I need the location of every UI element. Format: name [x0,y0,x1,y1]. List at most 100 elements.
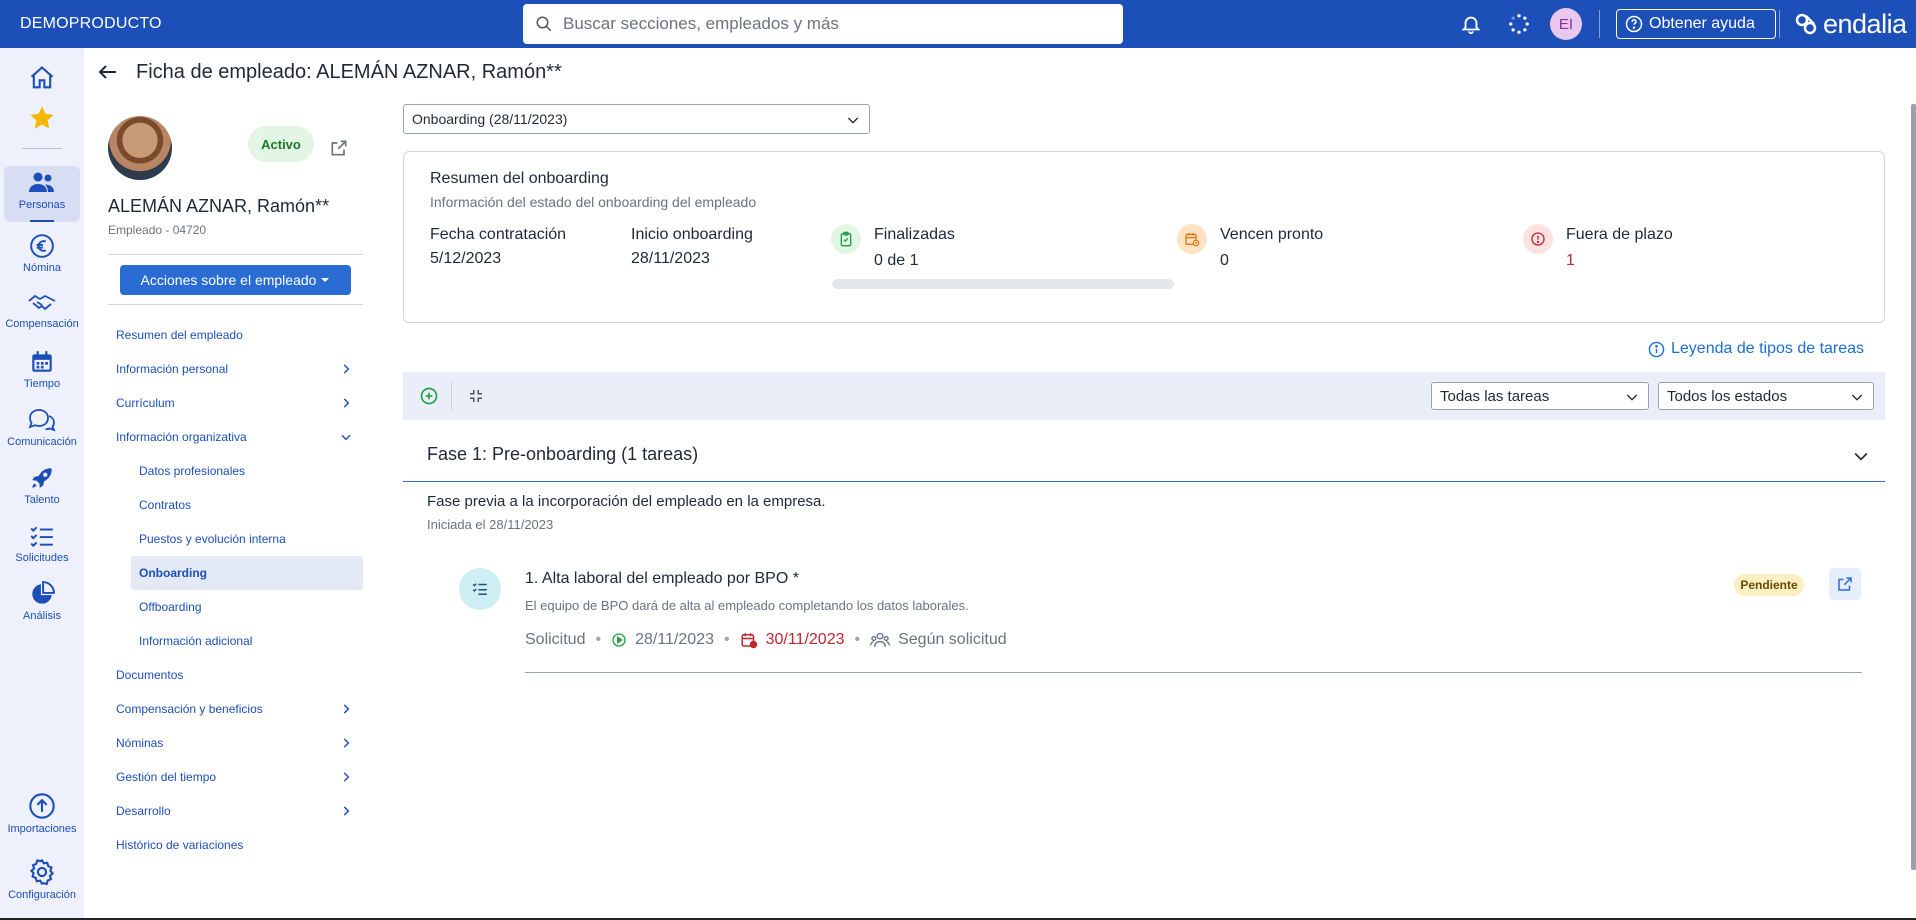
separator-dot: • [595,631,602,648]
start-date-label: Inicio onboarding [631,226,753,243]
group-icon [870,632,891,647]
menu-nominas[interactable]: Nóminas [108,726,363,760]
menu-offboarding[interactable]: Offboarding [131,590,363,624]
bell-icon[interactable] [1457,10,1485,38]
completed-progress-bar [832,279,1174,289]
company-name[interactable]: DEMOPRODUCTO [20,0,162,48]
summary-title: Resumen del onboarding [430,170,609,187]
employee-photo [108,116,172,180]
people-icon [29,172,54,192]
due-soon-value: 0 [1220,252,1229,269]
page-scrollbar[interactable] [1911,104,1916,870]
nav-nomina[interactable]: Nómina [0,233,84,274]
task-title[interactable]: 1. Alta laboral del empleado por BPO * [525,570,799,588]
phase-header[interactable]: Fase 1: Pre-onboarding (1 tareas) [403,432,1885,482]
open-task-button[interactable] [1829,568,1861,600]
gear-icon [29,858,55,886]
collapse-icon [470,390,482,402]
menu-curriculum[interactable]: Currículum [108,386,363,420]
calendar-due-icon [741,633,757,649]
task-type-filter[interactable]: Todas las tareas [1431,382,1649,410]
nav-favorites[interactable] [0,104,84,132]
nav-talento[interactable]: Talento [0,465,84,506]
overdue-value: 1 [1566,252,1575,269]
open-external-icon[interactable] [329,138,349,163]
nav-importaciones[interactable]: Importaciones [0,792,84,835]
menu-datos-profesionales[interactable]: Datos profesionales [131,454,363,488]
nav-label: Nómina [23,262,61,274]
info-icon [1648,341,1665,357]
add-task-button[interactable] [417,384,441,408]
home-icon [30,66,54,89]
chat-icon [28,409,56,432]
menu-documentos[interactable]: Documentos [108,658,363,692]
help-button[interactable]: Obtener ayuda [1616,9,1776,39]
back-arrow-icon[interactable] [96,60,120,84]
phase-start-date: Iniciada el 28/11/2023 [427,517,554,532]
task-state-filter[interactable]: Todos los estados [1658,382,1874,410]
menu-historico[interactable]: Histórico de variaciones [108,828,363,862]
nav-separator [22,148,62,149]
hire-date-value: 5/12/2023 [430,250,502,267]
employee-name: ALEMÁN AZNAR, Ramón** [108,196,330,216]
handshake-icon [28,294,56,311]
search-box[interactable] [523,4,1123,44]
task-type-filter-value: Todas las tareas [1440,387,1550,405]
collapse-all-button[interactable] [464,384,488,408]
menu-resumen[interactable]: Resumen del empleado [108,318,363,352]
completed-label: Finalizadas [874,226,955,243]
nav-tiempo[interactable]: Tiempo [0,349,84,390]
nav-comunicacion[interactable]: Comunicación [0,407,84,448]
main-navigation: Personas Nómina Compensación Tiempo Comu… [0,48,84,920]
task-due-date: 30/11/2023 [765,631,845,648]
loading-spinner-icon[interactable] [1505,10,1533,38]
nav-compensacion[interactable]: Compensación [0,291,84,330]
upload-icon [29,793,55,819]
nav-configuracion[interactable]: Configuración [0,858,84,901]
chevron-down-icon [1626,394,1638,401]
page-header: Ficha de empleado: ALEMÁN AZNAR, Ramón** [96,56,562,88]
nav-solicitudes[interactable]: Solicitudes [0,523,84,564]
menu-onboarding[interactable]: Onboarding [131,556,363,590]
nav-home[interactable] [0,64,84,92]
endalia-logo[interactable]: endalia [1793,8,1907,40]
calendar-icon [32,351,52,372]
menu-compensacion[interactable]: Compensación y beneficios [108,692,363,726]
menu-label: Compensación y beneficios [116,702,263,716]
clipboard-check-icon [831,224,861,254]
employee-actions-button[interactable]: Acciones sobre el empleado [120,265,351,295]
menu-label: Onboarding [139,566,207,580]
divider [108,304,363,305]
nav-personas[interactable]: Personas [0,170,84,211]
task-types-legend-link[interactable]: Leyenda de tipos de tareas [1648,340,1864,358]
menu-informacion-adicional[interactable]: Información adicional [131,624,363,658]
onboarding-select[interactable]: Onboarding (28/11/2023) [403,104,870,134]
chevron-down-icon [1851,394,1863,401]
user-avatar[interactable]: EI [1550,8,1582,40]
chevron-right-icon [343,738,350,748]
menu-informacion-personal[interactable]: Información personal [108,352,363,386]
help-label: Obtener ayuda [1649,15,1755,32]
nav-label: Configuración [8,889,76,901]
caret-down-icon [321,278,330,282]
euro-icon [30,234,54,258]
chevron-down-icon[interactable] [1851,446,1871,466]
menu-gestion-tiempo[interactable]: Gestión del tiempo [108,760,363,794]
search-input[interactable] [563,14,1083,34]
nav-label: Importaciones [7,823,77,835]
rocket-icon [32,468,52,488]
divider [1599,10,1600,38]
menu-informacion-organizativa[interactable]: Información organizativa [108,420,363,454]
menu-contratos[interactable]: Contratos [131,488,363,522]
menu-desarrollo[interactable]: Desarrollo [108,794,363,828]
completed-value: 0 de 1 [874,252,919,269]
nav-analisis[interactable]: Análisis [0,581,84,622]
menu-label: Currículum [116,396,175,410]
menu-label: Puestos y evolución interna [139,532,286,546]
task-checklist-icon [459,568,501,610]
search-icon [536,16,552,32]
chevron-down-icon [847,117,859,124]
nav-label: Solicitudes [15,552,69,564]
menu-puestos[interactable]: Puestos y evolución interna [131,522,363,556]
due-soon-label: Vencen pronto [1220,226,1324,243]
